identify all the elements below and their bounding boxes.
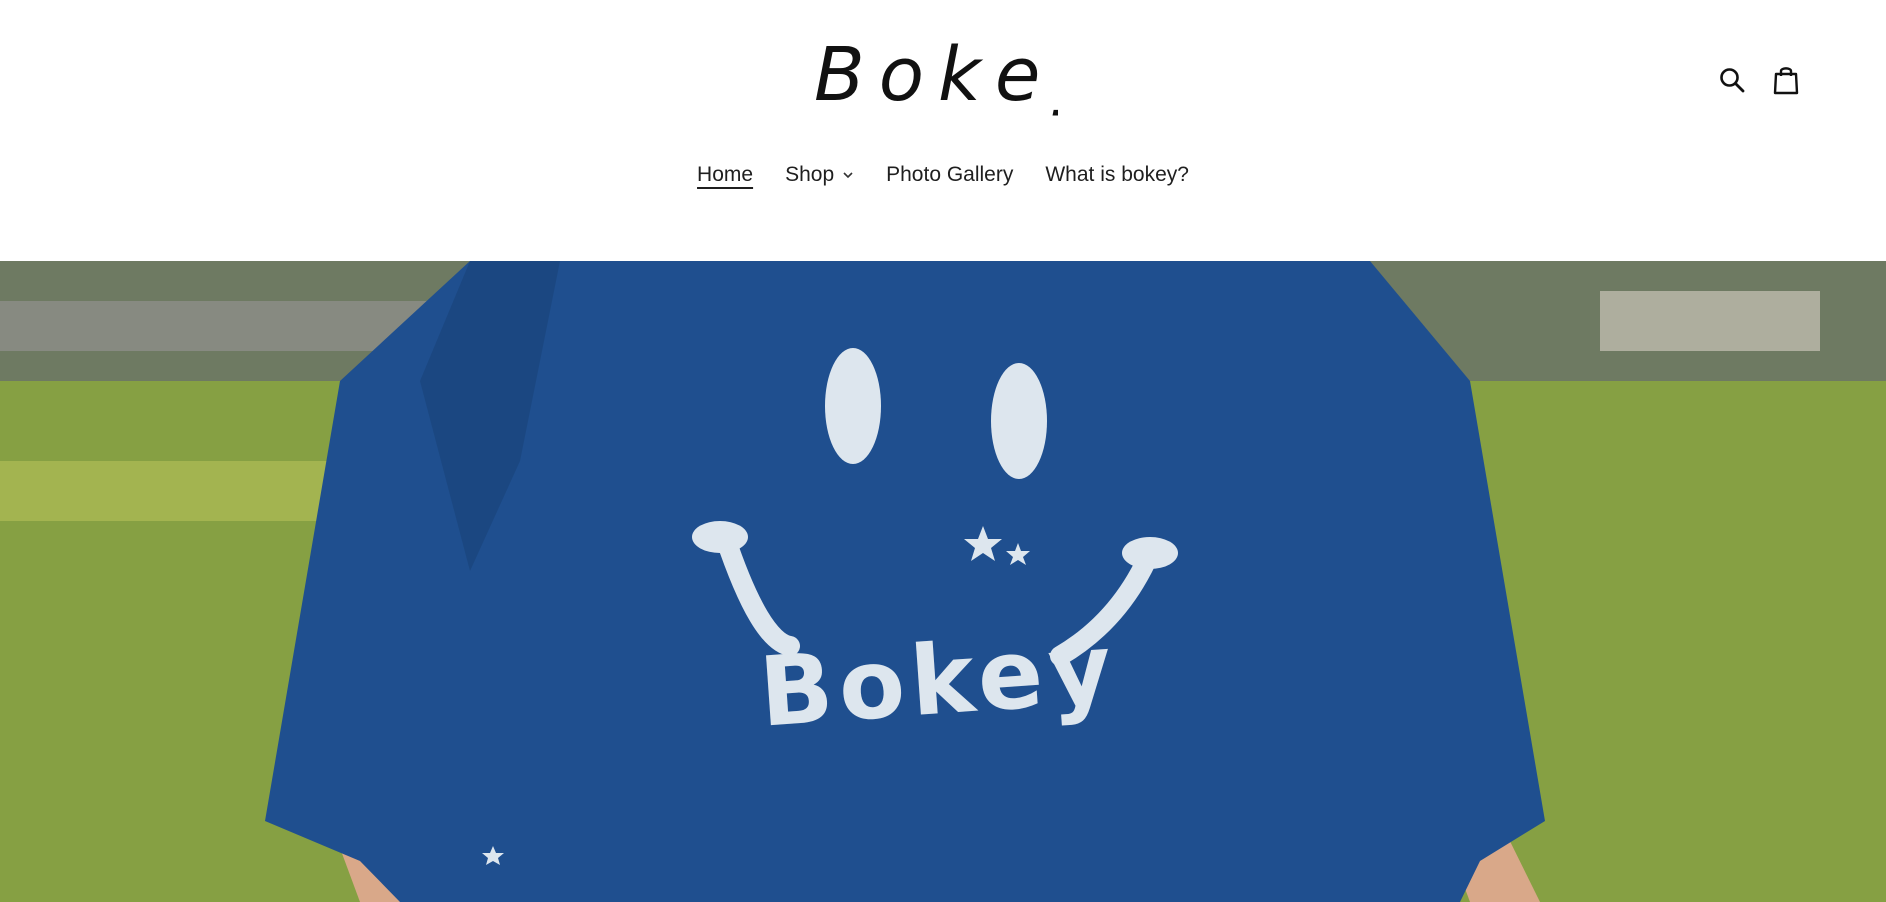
hero-image: Bokey [0, 261, 1886, 902]
search-icon [1720, 68, 1745, 93]
site-header: Bokey. Home Shop Photo Gallery [0, 0, 1886, 261]
cart-icon [1773, 67, 1799, 95]
chevron-down-icon [843, 172, 853, 179]
nav-what-is-bokey-label: What is bokey? [1045, 163, 1189, 186]
nav-shop-label: Shop [785, 163, 835, 186]
hero-banner: Bokey [0, 261, 1886, 902]
nav-photo-gallery-label: Photo Gallery [886, 163, 1014, 186]
smiley-right-eye [991, 363, 1047, 479]
nav-shop[interactable]: Shop [785, 163, 854, 187]
nav-home-label: Home [697, 163, 754, 186]
search-button[interactable] [1716, 64, 1748, 96]
background-building [1600, 291, 1820, 351]
main-navigation: Home Shop Photo Gallery What is bokey? [0, 163, 1886, 187]
header-actions [1716, 64, 1802, 96]
nav-photo-gallery[interactable]: Photo Gallery [886, 163, 1013, 187]
smile-left-cap [692, 521, 748, 553]
smiley-left-eye [825, 348, 881, 464]
cart-button[interactable] [1770, 64, 1802, 96]
logo-text: Bokey. [814, 32, 1058, 118]
smile-right-cap [1122, 537, 1178, 569]
nav-home[interactable]: Home [697, 163, 753, 187]
site-logo[interactable]: Bokey. [808, 30, 1058, 130]
nav-what-is-bokey[interactable]: What is bokey? [1045, 163, 1189, 187]
logo-wordmark: Bokey. [814, 32, 1058, 118]
